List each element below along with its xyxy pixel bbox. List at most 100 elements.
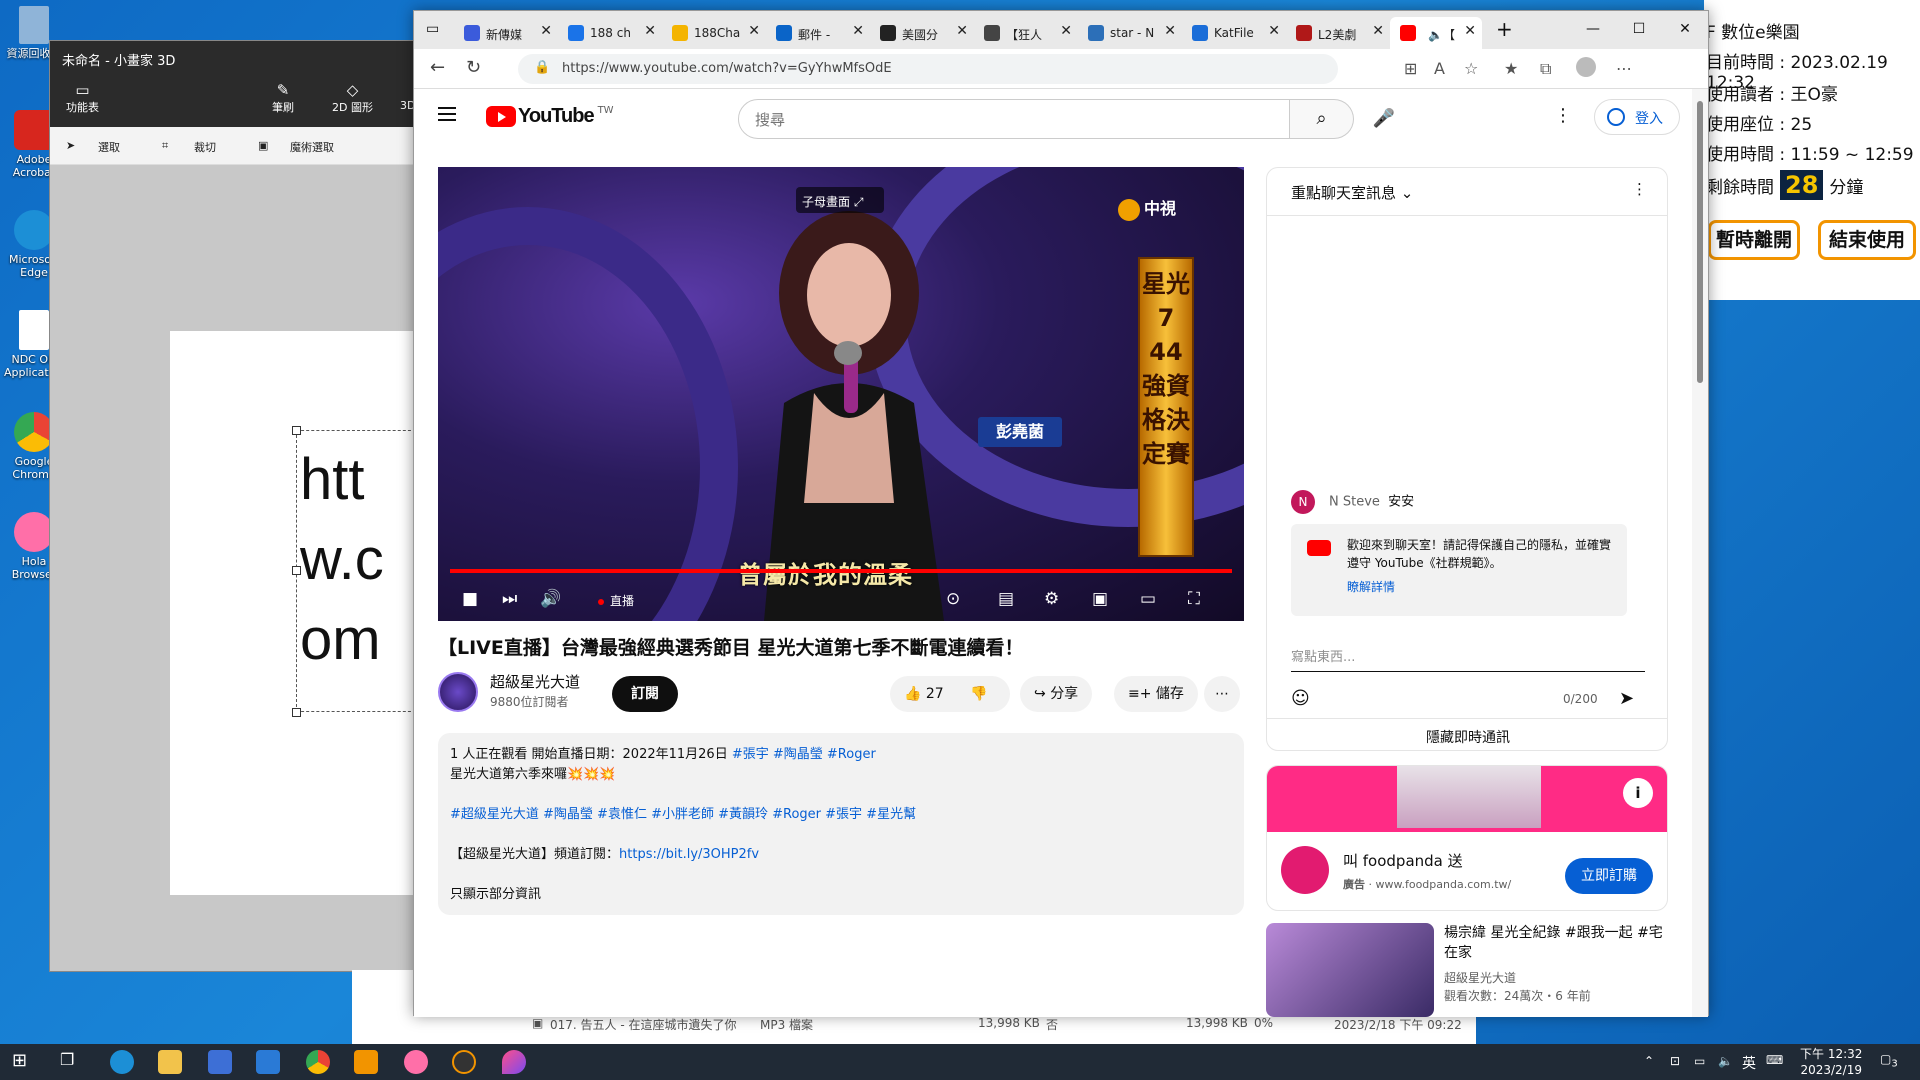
tray-chevron-up-icon[interactable]: ⌃ — [1644, 1054, 1654, 1068]
tab-4[interactable]: 郵件 - ✕ — [766, 17, 870, 49]
close-tab-icon[interactable]: ✕ — [1060, 23, 1072, 39]
search-button[interactable]: ⌕ — [1290, 99, 1354, 139]
minimize-icon[interactable]: — — [1570, 11, 1616, 47]
read-aloud-icon[interactable]: A — [1434, 59, 1445, 78]
description-tags[interactable]: #超級星光大道 #陶晶瑩 #袁惟仁 #小胖老師 #黃韻玲 #Roger #張宇 … — [450, 805, 1232, 825]
tray-display-icon[interactable]: ▭ — [1694, 1054, 1705, 1068]
theater-icon[interactable]: ▭ — [1140, 589, 1156, 609]
ad-banner[interactable]: i — [1267, 766, 1667, 832]
tab-8[interactable]: KatFile ✕ — [1182, 17, 1286, 49]
dislike-button[interactable]: 👎 — [970, 686, 987, 702]
close-tab-icon[interactable]: ✕ — [852, 23, 864, 39]
address-bar[interactable]: 🔒 https://www.youtube.com/watch?v=GyYhwM… — [518, 54, 1338, 84]
ad-info-icon[interactable]: i — [1623, 778, 1653, 808]
close-tab-icon[interactable]: ✕ — [956, 23, 968, 39]
resize-handle[interactable] — [292, 426, 301, 435]
tab-9[interactable]: L2美劇 ✕ — [1286, 17, 1390, 49]
file-name[interactable]: 017. 告五人 - 在這座城市遺失了你 — [550, 1016, 737, 1036]
channel-name[interactable]: 超級星光大道 — [490, 671, 580, 692]
settings-dots-icon[interactable]: ⋮ — [1554, 105, 1572, 126]
menu-icon[interactable] — [438, 107, 456, 121]
autoplay-toggle-icon[interactable]: ⊙ — [946, 589, 960, 609]
taskbar-hola-icon[interactable] — [404, 1050, 428, 1074]
scroll-thumb[interactable] — [1697, 101, 1703, 383]
magic-select-icon[interactable]: ▣ — [258, 139, 268, 152]
crop-tool[interactable]: 裁切 — [194, 139, 216, 155]
save-button[interactable]: ≡+ 儲存 — [1114, 676, 1198, 712]
video-player[interactable]: 子母畫面 ⤢ 中視 星光7 44強資格決定賽 彭堯菌 曾屬於我的溫柔 ■ ⏭ 🔊… — [438, 167, 1244, 621]
pip-button[interactable]: 子母畫面 ⤢ — [796, 187, 884, 213]
fullscreen-icon[interactable]: ⛶ — [1188, 589, 1200, 609]
live-indicator[interactable]: 直播 — [598, 592, 634, 609]
volume-icon[interactable]: 🔊 — [540, 589, 561, 609]
hide-chat-button[interactable]: 隱藏即時通訊 — [1267, 718, 1667, 750]
page-scrollbar[interactable] — [1692, 89, 1708, 1017]
show-less-link[interactable]: 只顯示部分資訊 — [450, 885, 1232, 905]
refresh-icon[interactable]: ↻ — [466, 57, 481, 78]
clock[interactable]: 下午 12:32 2023/2/19 — [1800, 1046, 1862, 1078]
task-view-icon[interactable]: ❐ — [60, 1050, 84, 1074]
chat-more-icon[interactable]: ⋮ — [1632, 180, 1647, 198]
magic-select-tool[interactable]: 魔術選取 — [290, 139, 334, 155]
close-tab-icon[interactable]: ✕ — [1164, 23, 1176, 39]
tray-volume-icon[interactable]: 🔈 — [1718, 1054, 1733, 1068]
tab-7[interactable]: star - N ✕ — [1078, 17, 1182, 49]
miniplayer-icon[interactable]: ▣ — [1092, 589, 1108, 609]
maximize-icon[interactable]: ☐ — [1616, 11, 1662, 47]
profile-icon[interactable] — [1576, 57, 1596, 77]
progress-bar[interactable] — [450, 569, 1232, 573]
tab-3[interactable]: 188Cha ✕ — [662, 17, 766, 49]
chat-input[interactable]: 寫點東西... — [1291, 646, 1645, 672]
close-tab-icon[interactable]: ✕ — [1268, 23, 1280, 39]
close-tab-icon[interactable]: ✕ — [1464, 23, 1476, 39]
tray-keyboard-icon[interactable]: ⌨ — [1766, 1053, 1783, 1067]
back-icon[interactable]: ← — [430, 57, 445, 78]
tab-1[interactable]: 新傳媒 ✕ — [454, 17, 558, 49]
subscribe-link[interactable]: https://bit.ly/3OHP2fv — [619, 847, 759, 862]
taskbar-edge-icon[interactable] — [110, 1050, 134, 1074]
select-tool[interactable]: 選取 — [98, 139, 120, 155]
ime-indicator[interactable]: 英 — [1742, 1053, 1756, 1073]
tab-youtube-active[interactable]: 🔈【 ✕ — [1390, 17, 1482, 49]
next-icon[interactable]: ⏭ — [502, 589, 517, 609]
close-tab-icon[interactable]: ✕ — [748, 23, 760, 39]
crop-icon[interactable]: ⌗ — [162, 139, 168, 153]
taskbar-media-icon[interactable] — [354, 1050, 378, 1074]
ribbon-menu[interactable]: ▭ 功能表 — [66, 81, 99, 115]
tab-2[interactable]: 188 ch ✕ — [558, 17, 662, 49]
more-actions-button[interactable]: ⋯ — [1204, 676, 1240, 712]
pause-button[interactable]: 暫時離開 — [1708, 220, 1800, 260]
cursor-icon[interactable]: ➤ — [66, 139, 75, 152]
tab-6[interactable]: 【狂人 ✕ — [974, 17, 1078, 49]
taskbar-store-icon[interactable] — [208, 1050, 232, 1074]
close-tab-icon[interactable]: ✕ — [644, 23, 656, 39]
add-favorite-icon[interactable]: ☆ — [1464, 59, 1478, 78]
ribbon-brush[interactable]: ✎ 筆刷 — [272, 81, 294, 115]
tray-network-icon[interactable]: ⊡ — [1670, 1054, 1680, 1068]
recommended-video[interactable]: 楊宗緯 星光全紀錄 #跟我一起 #宅在家 超級星光大道 觀看次數：24萬次・6 年… — [1266, 923, 1668, 1017]
youtube-logo[interactable]: YouTube TW — [486, 105, 614, 129]
windows-start-icon[interactable]: ⊞ — [12, 1050, 36, 1074]
taskbar-player-icon[interactable] — [452, 1050, 476, 1074]
favorites-icon[interactable]: ★ — [1504, 59, 1518, 78]
send-icon[interactable]: ➤ — [1619, 688, 1634, 709]
taskbar-explorer-icon[interactable] — [158, 1050, 182, 1074]
ad-order-button[interactable]: 立即訂購 — [1565, 858, 1653, 894]
ribbon-2d-shapes[interactable]: ◇ 2D 圖形 — [332, 81, 373, 115]
like-button[interactable]: 👍 27 — [904, 686, 944, 702]
video-description[interactable]: 1 人正在觀看 開始直播日期：2022年11月26日 #張宇 #陶晶瑩 #Rog… — [438, 733, 1244, 915]
taskbar-chrome-icon[interactable] — [306, 1050, 330, 1074]
chat-header[interactable]: 重點聊天室訊息 ⌄ ⋮ — [1267, 168, 1667, 216]
search-input[interactable]: 搜尋 — [738, 99, 1290, 139]
taskbar-paint3d-icon[interactable] — [502, 1050, 526, 1074]
channel-avatar[interactable] — [438, 672, 478, 712]
settings-icon[interactable]: ⚙ — [1044, 589, 1059, 609]
tab-5[interactable]: 美國分 ✕ — [870, 17, 974, 49]
ad-card[interactable]: i 叫 foodpanda 送 廣告 · www.foodpanda.com.t… — [1266, 765, 1668, 911]
voice-search-icon[interactable]: 🎤 — [1364, 99, 1404, 139]
more-icon[interactable]: ⋯ — [1616, 59, 1632, 78]
recommended-title[interactable]: 楊宗緯 星光全紀錄 #跟我一起 #宅在家 — [1444, 923, 1664, 963]
emoji-icon[interactable]: ☺ — [1291, 688, 1310, 709]
taskbar-mail-icon[interactable] — [256, 1050, 280, 1074]
learn-more-link[interactable]: 瞭解詳情 — [1347, 578, 1613, 596]
